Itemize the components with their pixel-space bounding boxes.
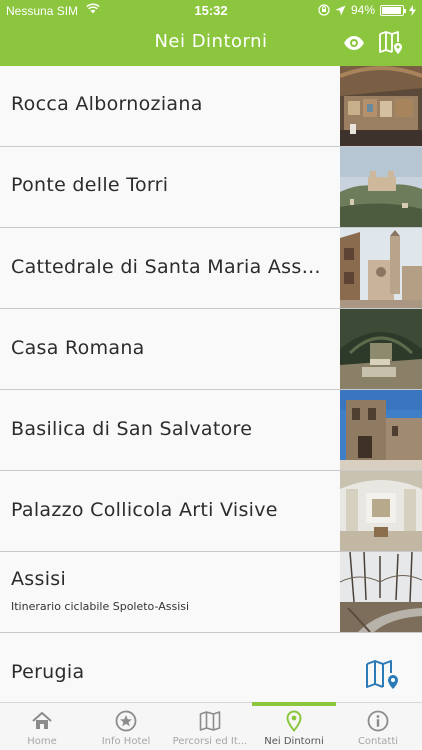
tab-label: Home bbox=[27, 736, 57, 747]
list-item[interactable]: Cattedrale di Santa Maria Assu... bbox=[0, 228, 422, 309]
list-item-title: Rocca Albornoziana bbox=[11, 93, 203, 115]
battery-level bbox=[382, 6, 401, 14]
battery-percent: 94% bbox=[350, 3, 375, 17]
list-item[interactable]: Basilica di San Salvatore bbox=[0, 390, 422, 471]
list-item-title: Cattedrale di Santa Maria Assu... bbox=[11, 256, 329, 278]
eye-icon[interactable] bbox=[343, 34, 365, 52]
status-right: 94% bbox=[318, 3, 416, 17]
fresco-hall-thumbnail bbox=[340, 66, 422, 146]
status-bar: Nessuna SIM 15:32 94% bbox=[0, 0, 422, 22]
list-item[interactable]: Casa Romana bbox=[0, 309, 422, 390]
tab-home[interactable]: Home bbox=[0, 703, 84, 750]
active-tab-indicator bbox=[252, 702, 336, 706]
cathedral-square-thumbnail bbox=[340, 228, 422, 308]
list-item-title: Ponte delle Torri bbox=[11, 174, 169, 196]
stone-basilica-thumbnail bbox=[340, 390, 422, 470]
list-item-title: Perugia bbox=[11, 661, 85, 683]
map-icon bbox=[199, 711, 221, 731]
cycle-path-thumbnail bbox=[340, 552, 422, 632]
list-item[interactable]: Ponte delle Torri bbox=[0, 147, 422, 228]
map-pin-icon bbox=[286, 710, 302, 732]
roman-house-thumbnail bbox=[340, 309, 422, 389]
location-arrow-icon bbox=[335, 5, 346, 15]
tab-info-hotel[interactable]: Info Hotel bbox=[84, 703, 168, 750]
list-item[interactable]: Perugia bbox=[0, 633, 422, 702]
list-item-title: Basilica di San Salvatore bbox=[11, 418, 253, 440]
list-item-title: Palazzo Collicola Arti Visive bbox=[11, 499, 278, 521]
list-item[interactable]: Palazzo Collicola Arti Visive bbox=[0, 471, 422, 552]
list-item[interactable]: Rocca Albornoziana bbox=[0, 66, 422, 147]
tab-nei-dintorni[interactable]: Nei Dintorni bbox=[252, 702, 336, 750]
info-icon bbox=[367, 710, 389, 732]
charging-icon bbox=[409, 4, 416, 16]
home-icon bbox=[32, 711, 52, 729]
tab-contatti[interactable]: Contatti bbox=[336, 703, 420, 750]
hill-fortress-thumbnail bbox=[340, 147, 422, 227]
list-item-subtitle: Itinerario ciclabile Spoleto-Assisi bbox=[11, 600, 190, 613]
tab-label: Nei Dintorni bbox=[264, 736, 324, 747]
tab-percorsi[interactable]: Percorsi ed It... bbox=[168, 703, 252, 750]
top-bar: Nessuna SIM 15:32 94% Nei Dintorni bbox=[0, 0, 422, 66]
places-list[interactable]: Rocca Albornoziana Ponte delle Torri Cat… bbox=[0, 66, 422, 702]
tab-label: Contatti bbox=[357, 736, 399, 747]
nav-bar: Nei Dintorni bbox=[0, 22, 422, 66]
tab-bar: Home Info Hotel Percorsi ed It... Nei Di… bbox=[0, 702, 422, 750]
rotation-lock-icon bbox=[318, 4, 330, 16]
list-item-title: Assisi bbox=[11, 568, 67, 590]
map-pin-icon[interactable] bbox=[378, 30, 404, 56]
palace-interior-thumbnail bbox=[340, 471, 422, 551]
list-item-title: Casa Romana bbox=[11, 337, 145, 359]
tab-label: Info Hotel bbox=[101, 736, 151, 747]
tab-label: Percorsi ed It... bbox=[172, 736, 248, 747]
map-icon bbox=[366, 660, 398, 689]
list-item[interactable]: Assisi Itinerario ciclabile Spoleto-Assi… bbox=[0, 552, 422, 633]
star-badge-icon bbox=[115, 710, 137, 732]
battery-icon bbox=[380, 4, 406, 16]
